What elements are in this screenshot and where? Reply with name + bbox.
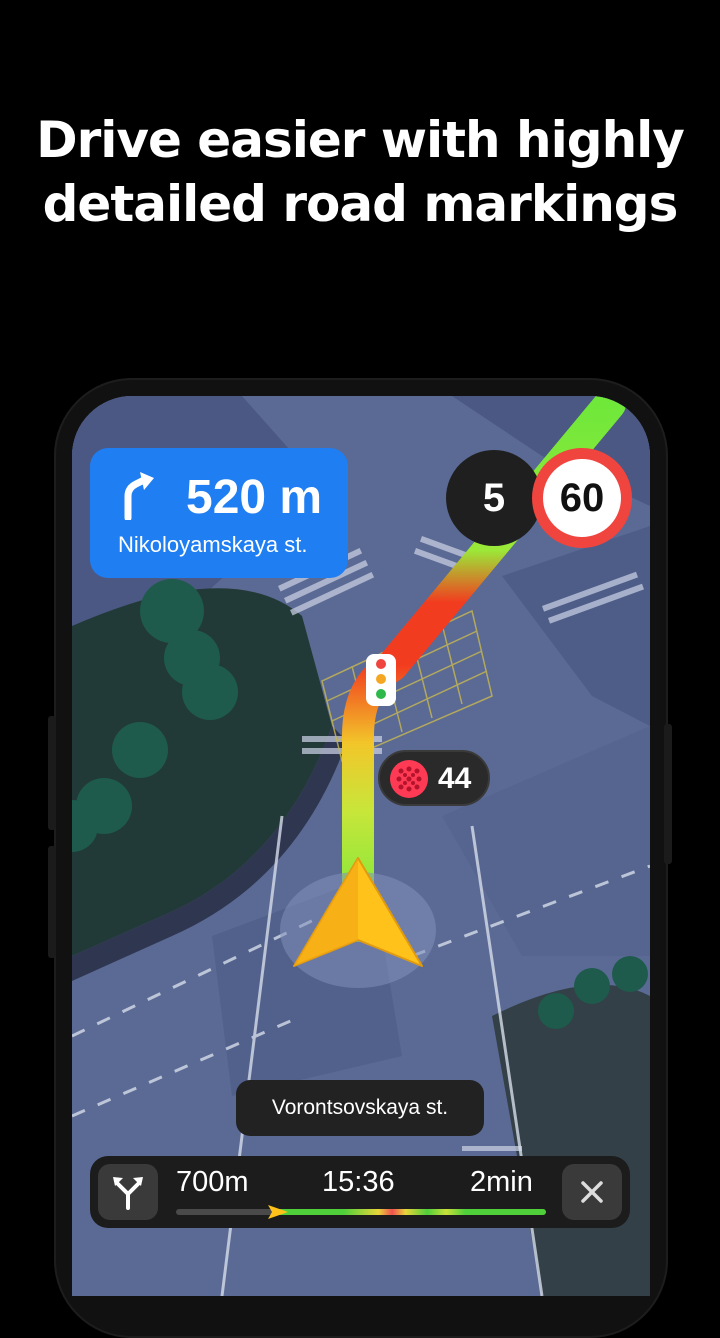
maneuver-card[interactable]: 520 m Nikoloyamskaya st. bbox=[90, 448, 348, 578]
countdown-value: 44 bbox=[438, 762, 472, 795]
remaining-distance: 700m bbox=[176, 1166, 249, 1198]
route-status-bar: 700m 15:36 2min bbox=[90, 1156, 630, 1228]
route-options-button[interactable] bbox=[98, 1164, 158, 1220]
headline-line-2: detailed road markings bbox=[42, 175, 679, 233]
phone-side-button bbox=[48, 846, 56, 958]
phone-side-button bbox=[48, 716, 56, 830]
remaining-time: 2min bbox=[470, 1166, 533, 1198]
speed-limit-sign: 60 bbox=[532, 448, 632, 548]
route-progress-bar bbox=[176, 1205, 546, 1219]
maneuver-street: Nikoloyamskaya st. bbox=[118, 532, 308, 557]
close-route-button[interactable] bbox=[562, 1164, 622, 1220]
headline-line-1: Drive easier with highly bbox=[36, 111, 685, 169]
fork-route-icon bbox=[113, 1177, 143, 1210]
arrival-time: 15:36 bbox=[322, 1166, 395, 1198]
turn-right-icon bbox=[124, 472, 154, 520]
maneuver-distance: 520 m bbox=[186, 471, 323, 524]
red-light-icon bbox=[390, 760, 428, 798]
current-speed: 5 bbox=[446, 450, 542, 546]
close-icon bbox=[581, 1181, 603, 1203]
phone-power-button bbox=[664, 724, 672, 864]
traffic-light-countdown: 44 bbox=[378, 750, 490, 806]
traffic-light-icon bbox=[366, 654, 396, 706]
headline: Drive easier with highly detailed road m… bbox=[0, 108, 720, 236]
current-street-label: Vorontsovskaya st. bbox=[236, 1080, 484, 1136]
navigation-screen: 520 m Nikoloyamskaya st. 5 60 44 Voronts… bbox=[72, 396, 650, 1296]
